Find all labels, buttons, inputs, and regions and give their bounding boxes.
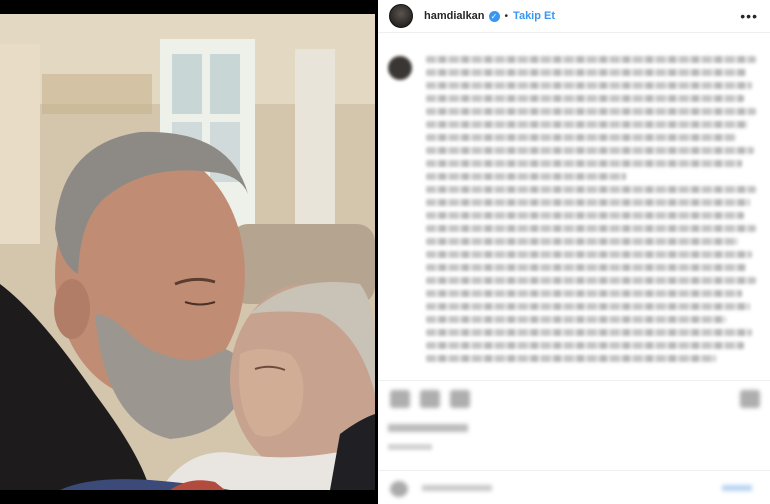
post-date-blurred	[388, 444, 432, 450]
blurred-text-line	[426, 95, 744, 102]
blurred-text-line	[426, 108, 756, 115]
blurred-text-line	[426, 173, 626, 180]
blurred-text-line	[426, 251, 752, 258]
post-comment-button-blurred[interactable]	[722, 485, 752, 491]
blurred-text-line	[426, 290, 742, 297]
blurred-text-line	[426, 225, 756, 232]
comment-icon[interactable]	[420, 390, 440, 408]
caption-avatar	[388, 56, 412, 80]
separator-dot: •	[504, 10, 509, 22]
instagram-post-view: hamdialkan ✓ • Takip Et •••	[0, 0, 770, 504]
caption-divider	[378, 380, 770, 381]
blurred-text-line	[426, 147, 754, 154]
bookmark-icon[interactable]	[740, 390, 760, 408]
blurred-text-line	[426, 56, 756, 63]
post-header: hamdialkan ✓ • Takip Et •••	[378, 0, 770, 32]
blurred-text-line	[426, 303, 750, 310]
post-photo[interactable]	[0, 14, 375, 490]
blurred-text-line	[426, 199, 750, 206]
header-divider	[378, 32, 770, 33]
follow-button[interactable]: Takip Et	[513, 10, 555, 22]
blurred-text-line	[426, 212, 744, 219]
blurred-text-line	[426, 277, 756, 284]
verified-icon: ✓	[488, 10, 500, 22]
comment-input-blurred[interactable]	[422, 485, 492, 491]
blurred-text-line	[426, 329, 752, 336]
user-avatar[interactable]	[389, 4, 413, 28]
blurred-text-line	[426, 342, 744, 349]
blurred-text-line	[426, 160, 742, 167]
blurred-text-line	[426, 186, 756, 193]
heart-icon[interactable]	[390, 390, 410, 408]
share-icon[interactable]	[450, 390, 470, 408]
caption-text-blurred	[426, 56, 756, 368]
post-detail-panel: hamdialkan ✓ • Takip Et •••	[378, 0, 770, 504]
blurred-text-line	[426, 264, 746, 271]
blurred-text-line	[426, 121, 748, 128]
add-comment-row	[388, 480, 760, 498]
blurred-text-line	[426, 69, 746, 76]
blurred-text-line	[426, 134, 736, 141]
action-bar	[388, 390, 760, 412]
likes-count-blurred[interactable]	[388, 424, 468, 432]
blurred-text-line	[426, 355, 716, 362]
blurred-text-line	[426, 82, 752, 89]
emoji-icon[interactable]	[390, 481, 408, 497]
blurred-text-line	[426, 316, 726, 323]
blurred-caption	[388, 50, 760, 372]
blurred-text-line	[426, 238, 738, 245]
comment-divider	[378, 470, 770, 471]
more-options-icon[interactable]: •••	[740, 8, 758, 24]
username-link[interactable]: hamdialkan	[424, 10, 485, 22]
photo-illustration	[0, 14, 375, 490]
